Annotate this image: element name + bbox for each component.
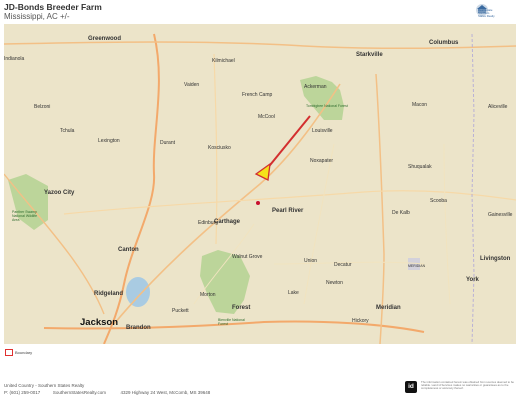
boundary-legend-label: Boundary bbox=[15, 350, 33, 355]
map-subtitle: Mississippi, AC +/- bbox=[4, 12, 70, 21]
place-jackson: Jackson bbox=[80, 317, 119, 328]
place-tchula: Tchula bbox=[60, 128, 75, 134]
place-edinburg: Edinburg bbox=[198, 220, 219, 226]
place-macon: Macon bbox=[412, 102, 428, 108]
map-base bbox=[4, 33, 516, 344]
place-belzoni: Belzoni bbox=[34, 104, 51, 110]
place-starkville: Starkville bbox=[356, 52, 383, 58]
logo-text: Real Estate Southern States Realty bbox=[478, 8, 495, 18]
place-forest: Forest bbox=[232, 305, 251, 311]
state-line bbox=[471, 33, 475, 344]
place-brandon: Brandon bbox=[126, 325, 151, 331]
property-marker-icon[interactable] bbox=[256, 201, 260, 205]
park-panther-swamp: Panther Swamp National Wildlife Area bbox=[12, 210, 38, 222]
place-columbus: Columbus bbox=[429, 40, 459, 46]
map-canvas[interactable]: Greenwood Columbus Starkville Yazoo City… bbox=[4, 24, 516, 344]
location-arrow bbox=[265, 115, 311, 171]
place-lexington: Lexington bbox=[98, 138, 120, 144]
place-french-camp: French Camp bbox=[242, 92, 273, 98]
park-bienville: Bienville National Forest bbox=[218, 318, 245, 326]
place-kosciusko: Kosciusko bbox=[208, 145, 231, 151]
place-york: York bbox=[466, 277, 479, 283]
place-walnut-grove: Walnut Grove bbox=[232, 254, 263, 260]
place-pearl-river: Pearl River bbox=[272, 208, 304, 214]
footer-phone: P: (601) 259-0017 bbox=[4, 390, 41, 395]
place-union: Union bbox=[304, 258, 318, 264]
tombigbee-forest bbox=[300, 76, 344, 120]
place-ridgeland: Ridgeland bbox=[94, 291, 124, 297]
land-id-badge-icon: id bbox=[405, 381, 417, 393]
location-pointer-icon bbox=[254, 162, 271, 181]
place-newton: Newton bbox=[326, 280, 343, 286]
footer-email[interactable]: SouthernStatesRealty.com bbox=[53, 390, 106, 395]
place-decatur: Decatur bbox=[334, 262, 352, 268]
place-durant: Durant bbox=[160, 140, 176, 146]
place-aliceville: Aliceville bbox=[488, 104, 508, 110]
highway-45 bbox=[375, 73, 385, 344]
place-noxapater: Noxapater bbox=[310, 158, 334, 164]
place-meridian: Meridian bbox=[376, 305, 401, 311]
ross-barnett-reservoir bbox=[126, 277, 150, 307]
footer-contact: P: (601) 259-0017 SouthernStatesRealty.c… bbox=[4, 390, 210, 395]
footer-company: United Country - Southern States Realty bbox=[4, 383, 85, 388]
place-hickory: Hickory bbox=[352, 318, 369, 324]
place-gainesville: Gainesville bbox=[488, 212, 513, 218]
place-indianola: Indianola bbox=[4, 56, 25, 62]
park-tombigbee: Tombigbee National Forest bbox=[306, 104, 348, 108]
place-de-kalb: De Kalb bbox=[392, 210, 410, 216]
place-vaiden: Vaiden bbox=[184, 82, 200, 88]
place-canton: Canton bbox=[118, 247, 139, 253]
place-kilmichael: Kilmichael bbox=[212, 58, 235, 64]
place-livingston: Livingston bbox=[480, 256, 511, 262]
place-morton: Morton bbox=[200, 292, 216, 298]
place-lake: Lake bbox=[288, 290, 299, 296]
footer-address: 4329 Highway 24 West, McComb, MS 39648 bbox=[120, 390, 211, 395]
place-louisville: Louisville bbox=[312, 128, 333, 134]
place-scooba: Scooba bbox=[430, 198, 447, 204]
footer-disclaimer: The information contained herein was obt… bbox=[421, 380, 514, 391]
place-pelahatchie: Puckett bbox=[172, 308, 189, 314]
boundary-legend-icon bbox=[5, 349, 13, 356]
airport-label: MERIDIAN bbox=[408, 264, 426, 268]
place-yazoo-city: Yazoo City bbox=[44, 190, 75, 196]
place-ackerman: Ackerman bbox=[304, 84, 327, 90]
map-title: JD-Bonds Breeder Farm bbox=[4, 2, 102, 12]
place-shuqualak: Shuqualak bbox=[408, 164, 432, 170]
place-mccool: McCool bbox=[258, 114, 275, 120]
place-greenwood: Greenwood bbox=[88, 36, 122, 42]
